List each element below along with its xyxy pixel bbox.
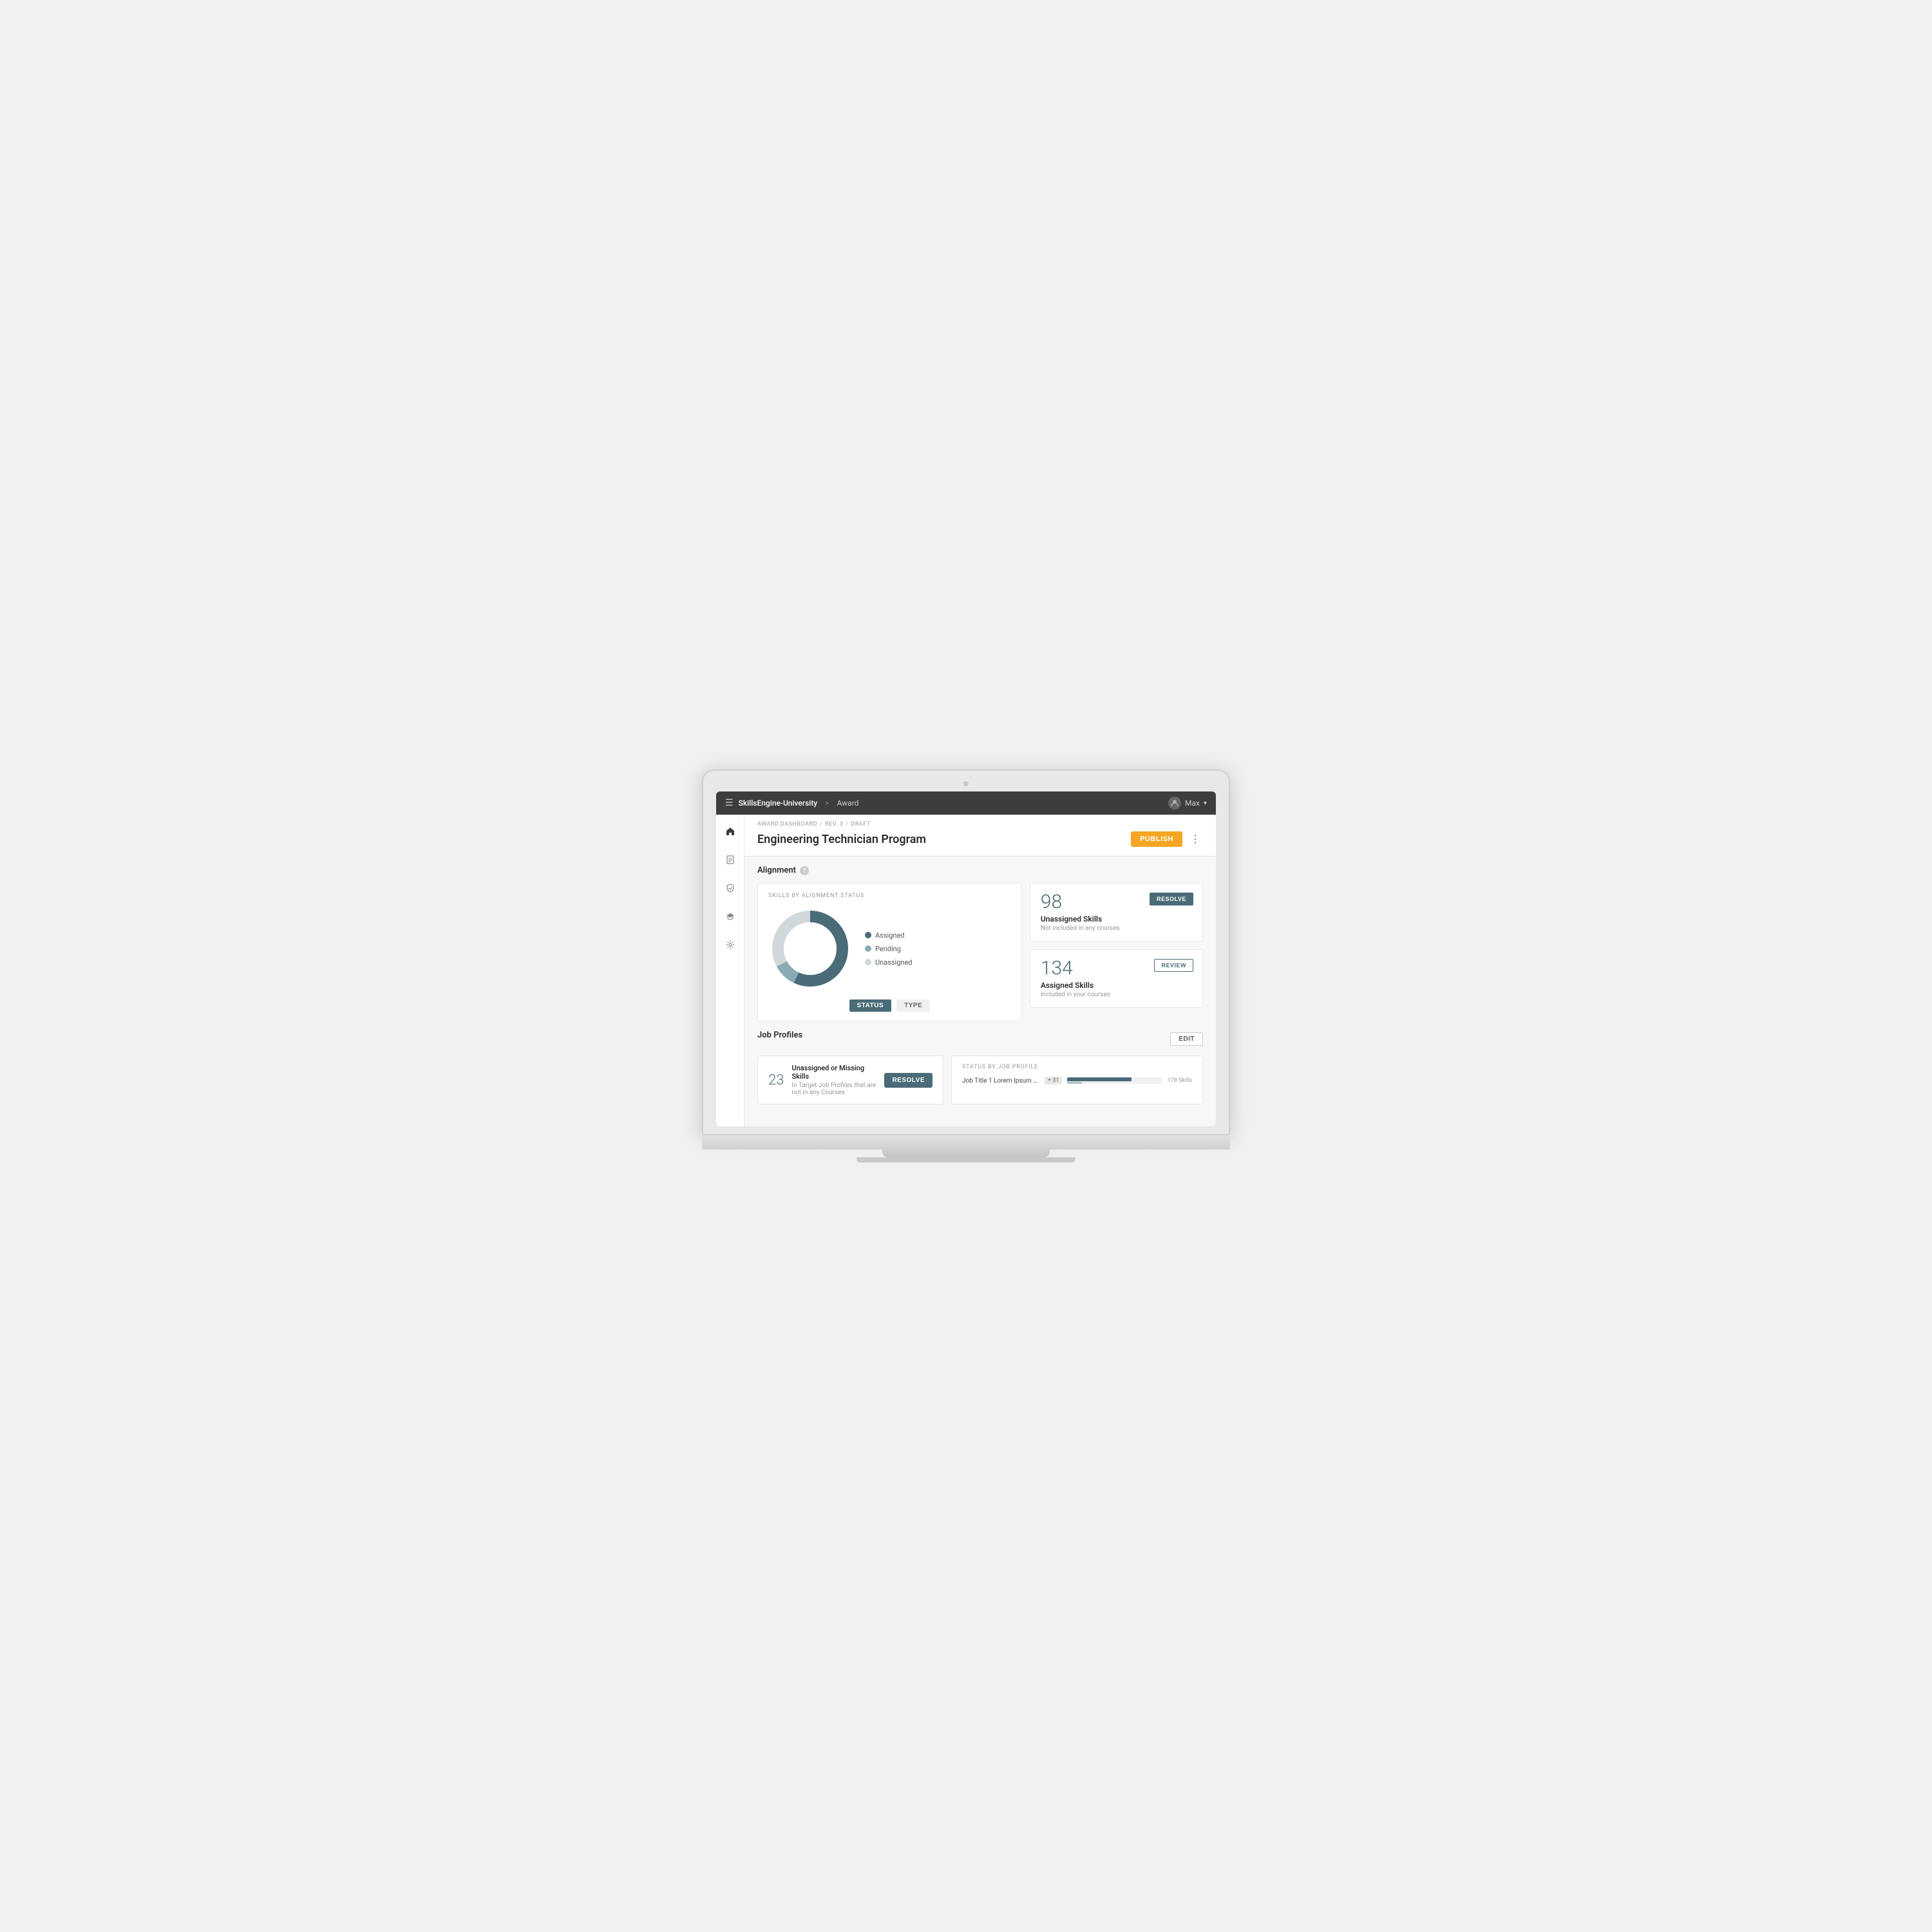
chart-content: Assigned Pending [768, 907, 1011, 990]
breadcrumb: AWARD DASHBOARD / REV. 3 / DRAFT [757, 821, 1203, 828]
sidebar [716, 815, 744, 1126]
chart-card-title: SKILLS BY ALIGNMENT STATUS [768, 893, 1011, 899]
laptop-base [702, 1135, 1230, 1150]
content-area: AWARD DASHBOARD / REV. 3 / DRAFT Enginee… [744, 815, 1216, 1126]
chart-card: SKILLS BY ALIGNMENT STATUS [757, 883, 1022, 1021]
nav-right: Max ▾ [1168, 797, 1207, 810]
user-avatar[interactable] [1168, 797, 1181, 810]
breadcrumb-sep2: / [846, 821, 848, 828]
sidebar-item-gear[interactable] [721, 936, 739, 954]
unassigned-sublabel: Not included in any courses [1041, 925, 1192, 932]
alignment-section-title: Alignment ? [757, 866, 1203, 875]
job-profiles-right-card: STATUS BY JOB PROFILE Job Title 1 Lorem … [951, 1056, 1203, 1104]
tab-type[interactable]: TYPE [896, 999, 930, 1012]
publish-button[interactable]: PUBLISH [1131, 831, 1182, 847]
nav-brand: SkillsEngine-University [739, 799, 818, 808]
job-bar-track [1067, 1077, 1162, 1084]
alignment-section: Alignment ? SKILLS BY ALIGNMENT STATUS [757, 866, 1203, 1021]
job-bar-label: Job Title 1 Lorem Ipsum Dolor [962, 1077, 1039, 1084]
job-missing-count: 23 [768, 1072, 784, 1088]
job-bar-badge: + 31 [1045, 1077, 1062, 1084]
review-button[interactable]: REVIEW [1154, 959, 1193, 972]
legend-pending-label: Pending [875, 945, 901, 953]
hamburger-icon[interactable]: ☰ [725, 798, 734, 808]
breadcrumb-part3: DRAFT [851, 821, 870, 828]
stats-cards: 98 Unassigned Skills Not included in any… [1030, 883, 1203, 1021]
breadcrumb-sep1: / [820, 821, 822, 828]
chart-tabs: STATUS TYPE [768, 999, 1011, 1012]
nav-left: ☰ SkillsEngine-University > Award [725, 798, 858, 808]
sidebar-item-shield[interactable] [721, 879, 739, 897]
laptop-shell: ☰ SkillsEngine-University > Award Max [702, 770, 1230, 1162]
user-name: Max [1185, 799, 1200, 808]
job-bar-skills-count: 178 Skills [1167, 1077, 1192, 1084]
main-layout: AWARD DASHBOARD / REV. 3 / DRAFT Enginee… [716, 815, 1216, 1126]
alignment-info-icon[interactable]: ? [800, 866, 809, 875]
donut-chart [768, 907, 852, 990]
job-resolve-button[interactable]: RESOLVE [884, 1073, 933, 1088]
job-bar-row: Job Title 1 Lorem Ipsum Dolor + 31 178 S… [962, 1077, 1192, 1084]
legend-item-unassigned: Unassigned [865, 958, 913, 967]
laptop-screen: ☰ SkillsEngine-University > Award Max [716, 791, 1216, 1126]
nav-separator: > [825, 799, 829, 808]
nav-section: Award [837, 799, 858, 808]
stat-card-unassigned: 98 Unassigned Skills Not included in any… [1030, 883, 1203, 942]
laptop-foot [857, 1157, 1075, 1162]
page-actions: PUBLISH ⋮ [1131, 830, 1203, 848]
laptop-stand [882, 1150, 1050, 1157]
job-profiles-content: 23 Unassigned or Missing Skills In Targe… [757, 1056, 1203, 1104]
assigned-label: Assigned Skills [1041, 981, 1192, 990]
screen-bezel: ☰ SkillsEngine-University > Award Max [702, 770, 1230, 1135]
job-profiles-title: Job Profiles [757, 1030, 802, 1040]
assigned-sublabel: Included in your courses [1041, 991, 1192, 998]
unassigned-label: Unassigned Skills [1041, 914, 1192, 923]
legend-unassigned-label: Unassigned [875, 958, 913, 967]
page-header: AWARD DASHBOARD / REV. 3 / DRAFT Enginee… [744, 815, 1216, 857]
tab-status[interactable]: STATUS [849, 999, 892, 1012]
job-missing-sub: In Target Job Profiles that are not in a… [791, 1082, 876, 1096]
camera-notch [963, 781, 969, 786]
job-info: Unassigned or Missing Skills In Target J… [791, 1064, 876, 1096]
chart-legend: Assigned Pending [865, 931, 913, 967]
job-missing-label: Unassigned or Missing Skills [791, 1064, 876, 1081]
more-options-button[interactable]: ⋮ [1188, 830, 1203, 848]
stat-card-assigned: 134 Assigned Skills Included in your cou… [1030, 949, 1203, 1008]
breadcrumb-part2: REV. 3 [825, 821, 843, 828]
top-nav: ☰ SkillsEngine-University > Award Max [716, 791, 1216, 815]
job-status-title: STATUS BY JOB PROFILE [962, 1064, 1192, 1070]
resolve-button[interactable]: RESOLVE [1150, 893, 1193, 905]
sidebar-item-document[interactable] [721, 851, 739, 869]
user-chevron-icon[interactable]: ▾ [1204, 800, 1207, 807]
job-profiles-section: Job Profiles EDIT 23 Unassigned or Missi… [757, 1030, 1203, 1104]
app-container: ☰ SkillsEngine-University > Award Max [716, 791, 1216, 1126]
legend-item-assigned: Assigned [865, 931, 913, 940]
page-title-row: Engineering Technician Program PUBLISH ⋮ [757, 830, 1203, 848]
legend-assigned-label: Assigned [875, 931, 905, 940]
job-profiles-left-card: 23 Unassigned or Missing Skills In Targe… [757, 1056, 943, 1104]
sidebar-item-home[interactable] [721, 822, 739, 840]
alignment-cards: SKILLS BY ALIGNMENT STATUS [757, 883, 1203, 1021]
sidebar-item-cap[interactable] [721, 907, 739, 925]
job-profiles-header: Job Profiles EDIT [757, 1030, 1203, 1048]
page-title: Engineering Technician Program [757, 833, 926, 846]
legend-item-pending: Pending [865, 945, 913, 953]
edit-button[interactable]: EDIT [1170, 1032, 1203, 1046]
breadcrumb-part1: AWARD DASHBOARD [757, 821, 817, 828]
